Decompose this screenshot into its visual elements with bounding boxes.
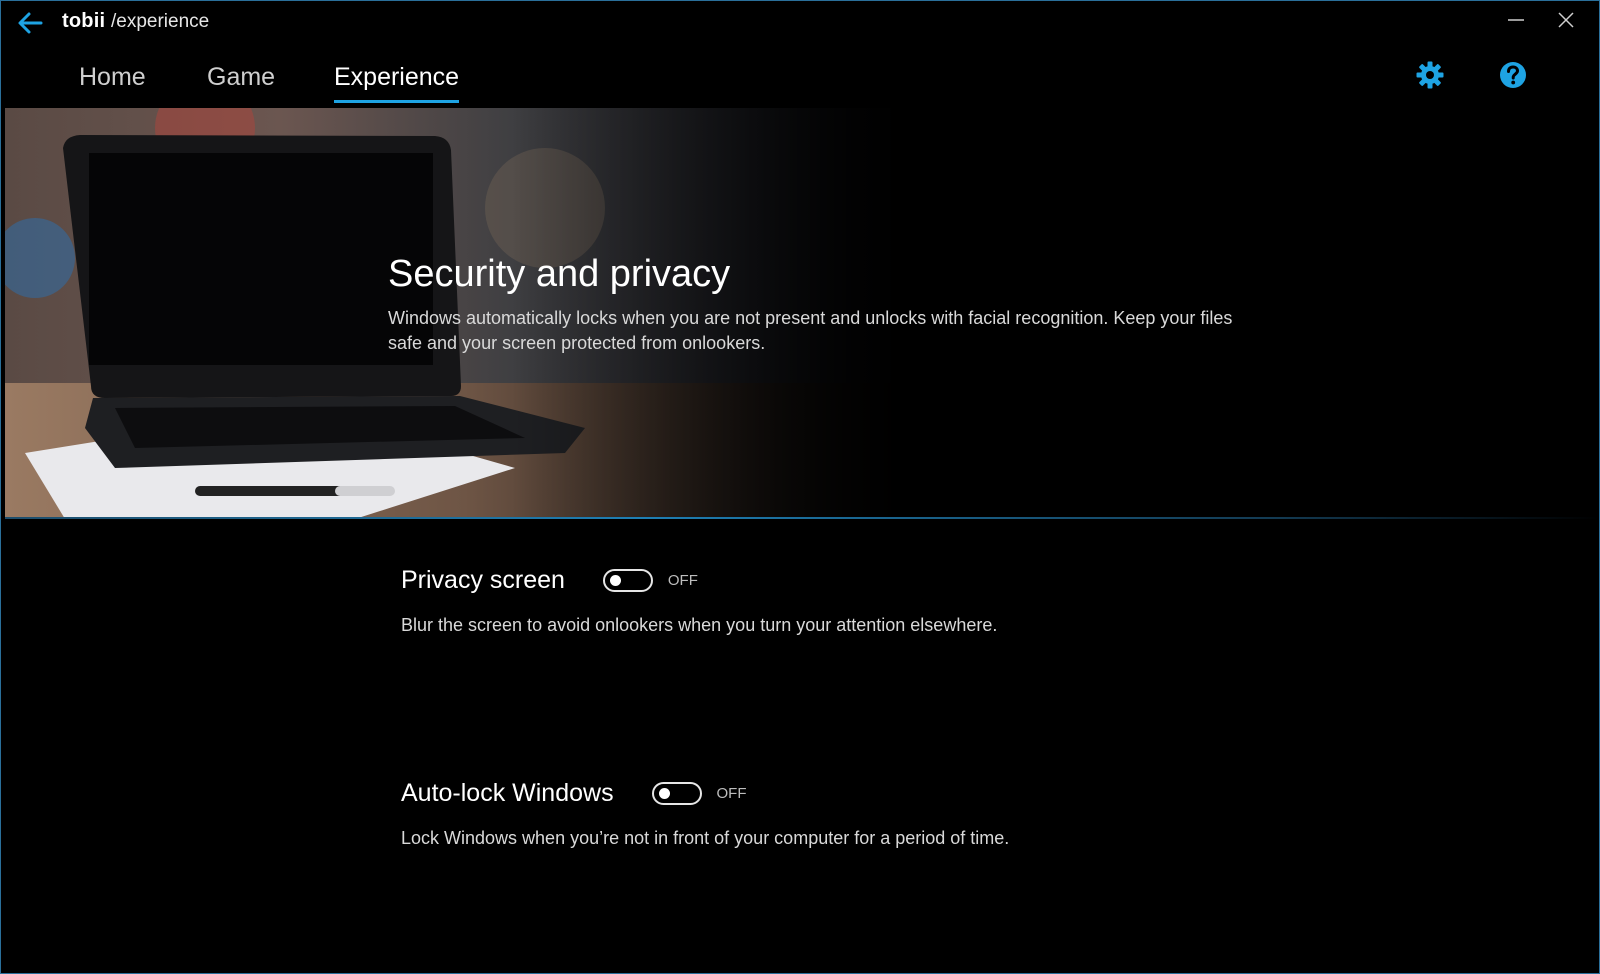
privacy-screen-title: Privacy screen: [401, 566, 565, 594]
hero-banner: Security and privacy Windows automatical…: [5, 108, 1599, 519]
close-button[interactable]: [1551, 5, 1581, 35]
app-window: tobii /experience Home Game Experience S…: [0, 0, 1600, 974]
setting-privacy-screen: Privacy screen OFF Blur the screen to av…: [401, 566, 997, 636]
auto-lock-description: Lock Windows when you’re not in front of…: [401, 828, 1010, 848]
privacy-screen-toggle[interactable]: [603, 569, 654, 592]
auto-lock-toggle[interactable]: [652, 782, 703, 805]
tab-experience[interactable]: Experience: [334, 63, 460, 103]
auto-lock-state: OFF: [716, 785, 747, 802]
back-button[interactable]: [15, 9, 47, 37]
minimize-icon: [1508, 19, 1524, 21]
privacy-screen-description: Blur the screen to avoid onlookers when …: [401, 615, 998, 635]
hero-divider: [5, 517, 1599, 519]
breadcrumb: /experience: [111, 11, 210, 32]
hero-description: Windows automatically locks when you are…: [388, 308, 1233, 353]
main-nav: Home Game Experience: [1, 51, 1599, 107]
privacy-screen-state: OFF: [667, 572, 698, 589]
toggle-knob: [610, 575, 622, 586]
help-button[interactable]: [1497, 59, 1529, 91]
brand-logo: tobii: [62, 10, 106, 32]
back-arrow-icon: [18, 12, 43, 34]
tab-home[interactable]: Home: [79, 63, 146, 100]
hero-title: Security and privacy: [388, 253, 731, 295]
close-icon: [1558, 12, 1574, 28]
toggle-knob: [659, 788, 671, 799]
settings-button[interactable]: [1414, 59, 1446, 91]
setting-auto-lock: Auto-lock Windows OFF Lock Windows when …: [401, 779, 1009, 849]
tab-game[interactable]: Game: [207, 63, 275, 100]
help-icon: [1500, 62, 1526, 88]
auto-lock-title: Auto-lock Windows: [401, 779, 614, 807]
title-bar: tobii /experience: [1, 1, 1599, 43]
minimize-button[interactable]: [1501, 5, 1531, 35]
gear-icon: [1416, 61, 1444, 89]
